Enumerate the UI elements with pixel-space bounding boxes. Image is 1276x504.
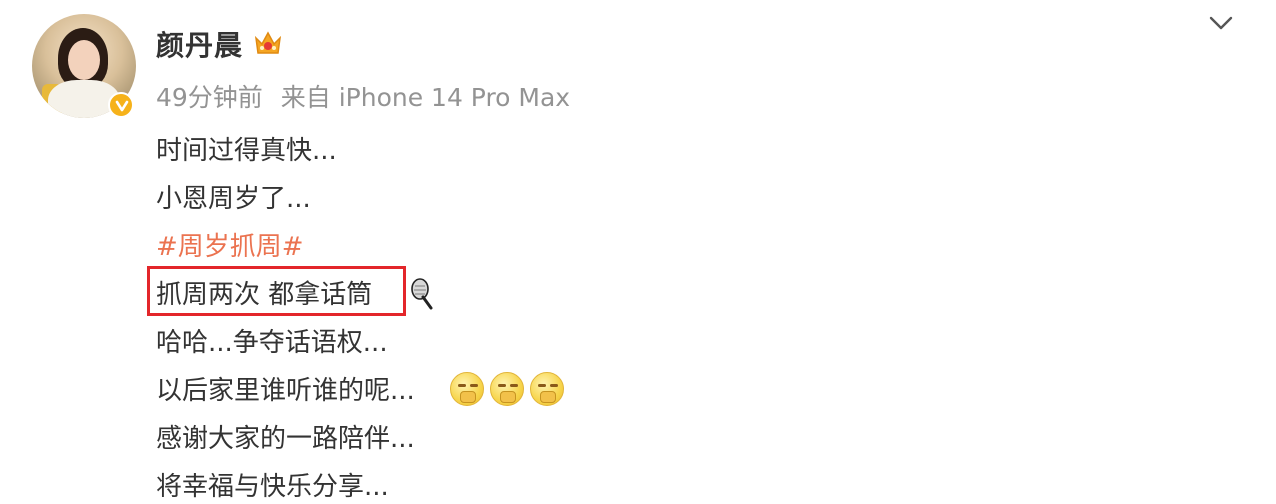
content-line: 小恩周岁了... [156, 184, 311, 214]
highlight-box [147, 266, 406, 316]
verified-badge-icon [108, 92, 134, 118]
post-meta: 49分钟前 来自 iPhone 14 Pro Max [156, 78, 570, 114]
post-source: 来自 iPhone 14 Pro Max [280, 83, 571, 112]
content-line: 将幸福与快乐分享... [156, 472, 389, 502]
avatar-face [68, 40, 100, 80]
thinking-emoji-icon [490, 372, 524, 406]
thinking-emoji-icon [450, 372, 484, 406]
thinking-emoji-icon [530, 372, 564, 406]
crown-icon [254, 31, 282, 54]
chevron-down-icon[interactable] [1208, 14, 1234, 32]
hashtag-link[interactable]: #周岁抓周# [156, 226, 304, 263]
content-line: 哈哈...争夺话语权... [156, 328, 388, 358]
content-line: 以后家里谁听谁的呢... [156, 376, 415, 406]
content-line: 感谢大家的一路陪伴... [156, 424, 415, 454]
microphone-emoji-icon [411, 278, 433, 310]
weibo-post: 颜丹晨 49分钟前 来自 iPhone 14 Pro Max 时间过得真快...… [0, 0, 1276, 504]
post-time[interactable]: 49分钟前 [156, 83, 263, 112]
content-line: 时间过得真快... [156, 136, 337, 166]
username[interactable]: 颜丹晨 [156, 24, 243, 64]
